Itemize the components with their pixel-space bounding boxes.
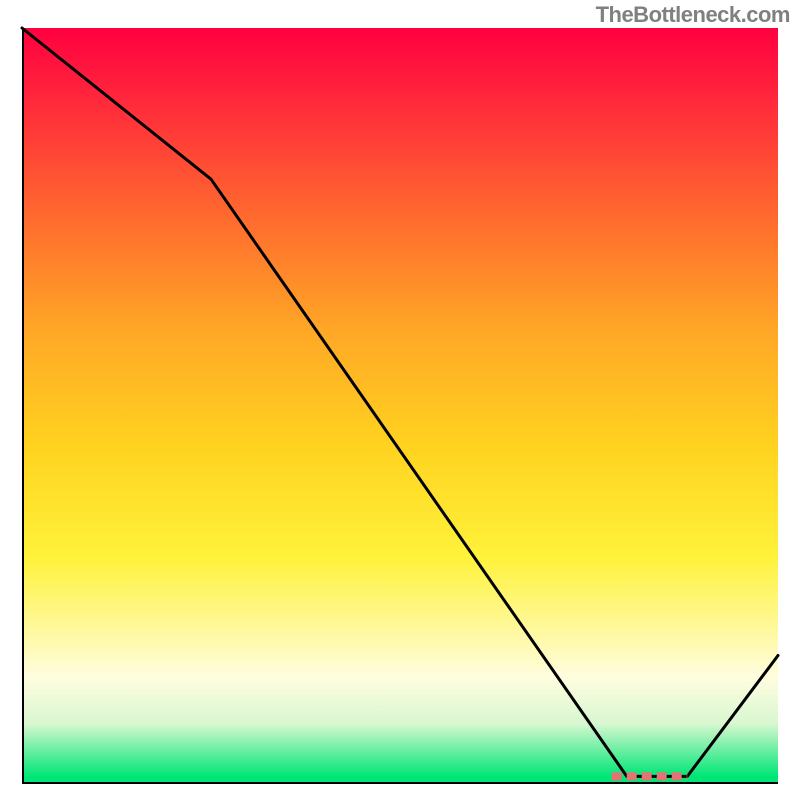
bottleneck-curve [22,28,778,776]
chart-svg-overlay [22,28,778,784]
chart-canvas: TheBottleneck.com [0,0,800,800]
attribution-label: TheBottleneck.com [596,2,790,28]
chart-area [22,28,778,784]
